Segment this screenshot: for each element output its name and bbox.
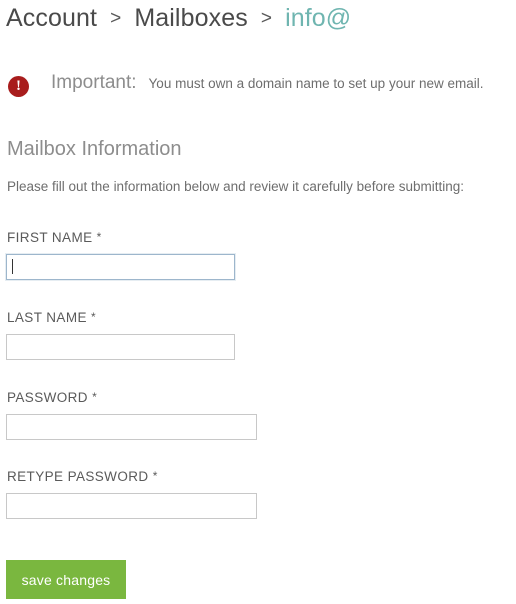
important-notice: ! Important: You must own a domain name …	[6, 72, 484, 97]
first-name-input[interactable]	[6, 254, 235, 280]
breadcrumb-item-account[interactable]: Account	[6, 4, 97, 32]
breadcrumb-separator-icon: >	[260, 8, 273, 29]
required-marker: *	[92, 390, 98, 404]
last-name-label: LAST NAME *	[7, 310, 235, 325]
required-marker: *	[96, 230, 102, 244]
save-changes-button[interactable]: save changes	[6, 560, 126, 599]
breadcrumb-item-mailboxes[interactable]: Mailboxes	[134, 4, 247, 32]
text-caret	[12, 259, 13, 274]
last-name-input[interactable]	[6, 334, 235, 360]
breadcrumb-item-current: info@	[285, 4, 352, 32]
alert-circle-icon: !	[8, 76, 29, 97]
password-input[interactable]	[6, 414, 257, 440]
breadcrumb-separator-icon: >	[110, 8, 122, 29]
section-instructions: Please fill out the information below an…	[7, 179, 464, 194]
last-name-label-text: LAST NAME	[7, 310, 87, 325]
required-marker: *	[91, 310, 97, 324]
retype-password-label-text: RETYPE PASSWORD	[7, 469, 149, 484]
notice-message: You must own a domain name to set up you…	[148, 76, 484, 91]
alert-exclamation-glyph: !	[16, 78, 21, 94]
password-label: PASSWORD *	[7, 390, 257, 405]
field-retype-password: RETYPE PASSWORD *	[0, 469, 257, 519]
password-label-text: PASSWORD	[7, 390, 88, 405]
page-title: Mailbox Information	[7, 138, 182, 160]
field-last-name: LAST NAME *	[0, 310, 235, 360]
required-marker: *	[152, 469, 158, 483]
mailbox-information-page: Account > Mailboxes > info@ ! Important:…	[0, 0, 516, 604]
notice-label: Important:	[51, 72, 137, 93]
retype-password-input[interactable]	[6, 493, 257, 519]
field-first-name: FIRST NAME *	[0, 230, 235, 280]
retype-password-label: RETYPE PASSWORD *	[7, 469, 257, 484]
first-name-label: FIRST NAME *	[7, 230, 235, 245]
first-name-label-text: FIRST NAME	[7, 230, 93, 245]
breadcrumb: Account > Mailboxes > info@	[6, 4, 351, 33]
field-password: PASSWORD *	[0, 390, 257, 440]
